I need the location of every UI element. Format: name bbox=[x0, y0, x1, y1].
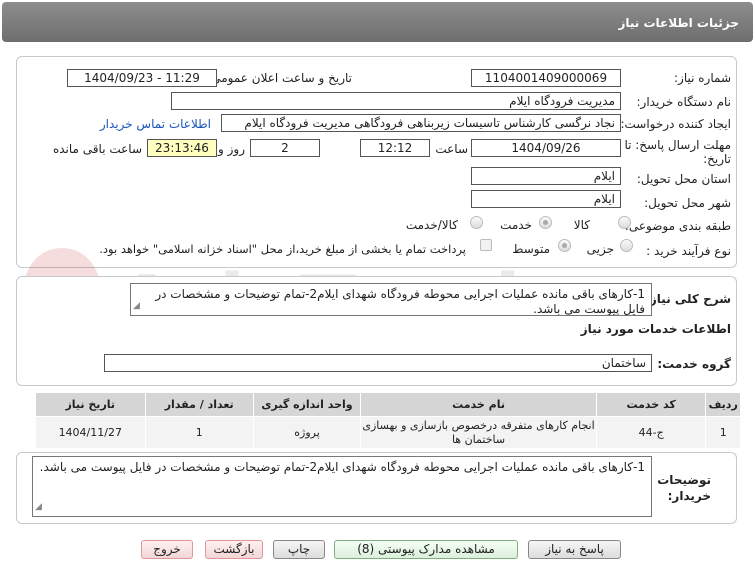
cell-service-name: انجام کارهای متفرقه درخصوص بازسازی و بهس… bbox=[360, 416, 597, 449]
page-title: جزئیات اطلاعات نیاز bbox=[618, 16, 739, 30]
time-label: ساعت bbox=[435, 142, 468, 156]
buyer-notes-label-2: خریدار: bbox=[667, 489, 711, 503]
buyer-contact-link[interactable]: اطلاعات تماس خریدار bbox=[100, 117, 211, 131]
cell-quantity: 1 bbox=[144, 416, 254, 449]
buyer-notes-textarea[interactable]: 1-کارهای باقی مانده عملیات اجرایی محوطه … bbox=[32, 456, 652, 517]
category-goods-service-label: کالا/خدمت bbox=[405, 218, 458, 232]
creator-label: ایجاد کننده درخواست: bbox=[620, 117, 731, 131]
need-info-panel bbox=[16, 56, 737, 268]
buyer-notes-label: توضیحات bbox=[657, 473, 711, 487]
buyer-notes-text: 1-کارهای باقی مانده عملیات اجرایی محوطه … bbox=[39, 460, 645, 474]
province-field: ایلام bbox=[471, 167, 621, 185]
deadline-date-field: 1404/09/26 bbox=[471, 139, 621, 157]
col-quantity: تعداد / مقدار bbox=[144, 392, 254, 417]
need-number-field: 1104001409000069 bbox=[471, 69, 621, 87]
col-service-code: کد خدمت bbox=[595, 392, 707, 417]
resize-grip-icon[interactable]: ◢ bbox=[35, 500, 42, 515]
creator-field: نجاد نرگسی کارشناس تاسیسات زیربناهی فرود… bbox=[221, 114, 621, 132]
category-goods-label: کالا bbox=[573, 218, 590, 232]
table-header-row: ردیف کد خدمت نام خدمت واحد اندازه گیری ت… bbox=[35, 392, 741, 417]
deadline-label-date: تاریخ: bbox=[703, 152, 731, 166]
page-header: جزئیات اطلاعات نیاز bbox=[2, 2, 753, 42]
category-goods-radio[interactable] bbox=[618, 216, 631, 229]
buyer-label: نام دستگاه خریدار: bbox=[636, 95, 732, 109]
deadline-time-field: 12:12 bbox=[360, 139, 430, 157]
city-field: ایلام bbox=[471, 190, 621, 208]
col-row-number: ردیف bbox=[705, 392, 741, 417]
summary-textarea[interactable]: 1-کارهای باقی مانده عملیات اجرایی محوطه … bbox=[130, 283, 652, 316]
days-label: روز و bbox=[218, 142, 245, 156]
services-table: ردیف کد خدمت نام خدمت واحد اندازه گیری ت… bbox=[35, 392, 741, 449]
days-field: 2 bbox=[250, 139, 320, 157]
services-title: اطلاعات خدمات مورد نیاز bbox=[580, 322, 731, 336]
cell-row-number: 1 bbox=[705, 416, 741, 449]
exit-button[interactable]: خروج bbox=[141, 540, 193, 559]
category-label: طبقه بندی موضوعی: bbox=[624, 219, 731, 233]
reply-button[interactable]: پاسخ به نیاز bbox=[528, 540, 621, 559]
col-need-date: تاریخ نیاز bbox=[35, 392, 146, 417]
service-group-label: گروه خدمت: bbox=[657, 357, 731, 371]
announce-field: 1404/09/23 - 11:29 bbox=[67, 69, 217, 87]
category-service-radio[interactable] bbox=[539, 216, 552, 229]
buyer-field: مدیریت فرودگاه ایلام bbox=[171, 92, 621, 110]
view-attachments-button[interactable]: مشاهده مدارک پیوستی (8) bbox=[334, 540, 518, 559]
deadline-label: مهلت ارسال پاسخ: تا bbox=[624, 138, 731, 152]
col-service-name: نام خدمت bbox=[360, 392, 597, 417]
cell-service-code: ج-44 bbox=[595, 416, 707, 449]
remaining-time-field: 23:13:46 bbox=[147, 139, 217, 157]
summary-text: 1-کارهای باقی مانده عملیات اجرایی محوطه … bbox=[155, 287, 645, 316]
table-row[interactable]: 1 ج-44 انجام کارهای متفرقه درخصوص بازساز… bbox=[35, 416, 741, 449]
cell-unit: پروژه bbox=[252, 416, 362, 449]
cell-need-date: 1404/11/27 bbox=[35, 416, 146, 449]
print-button[interactable]: چاپ bbox=[273, 540, 325, 559]
announce-label: تاریخ و ساعت اعلان عمومی: bbox=[207, 71, 352, 85]
summary-label: شرح کلی نیاز: bbox=[645, 292, 731, 306]
resize-grip-icon[interactable]: ◢ bbox=[133, 299, 140, 314]
province-label: استان محل تحویل: bbox=[636, 172, 731, 186]
remaining-label: ساعت باقی مانده bbox=[52, 142, 142, 156]
back-button[interactable]: بازگشت bbox=[205, 540, 263, 559]
need-number-label: شماره نیاز: bbox=[674, 71, 731, 85]
city-label: شهر محل تحویل: bbox=[644, 196, 731, 210]
category-service-label: خدمت bbox=[500, 218, 532, 232]
service-group-field: ساختمان bbox=[104, 354, 652, 372]
col-unit: واحد اندازه گیری bbox=[252, 392, 362, 417]
category-goods-service-radio[interactable] bbox=[470, 216, 483, 229]
